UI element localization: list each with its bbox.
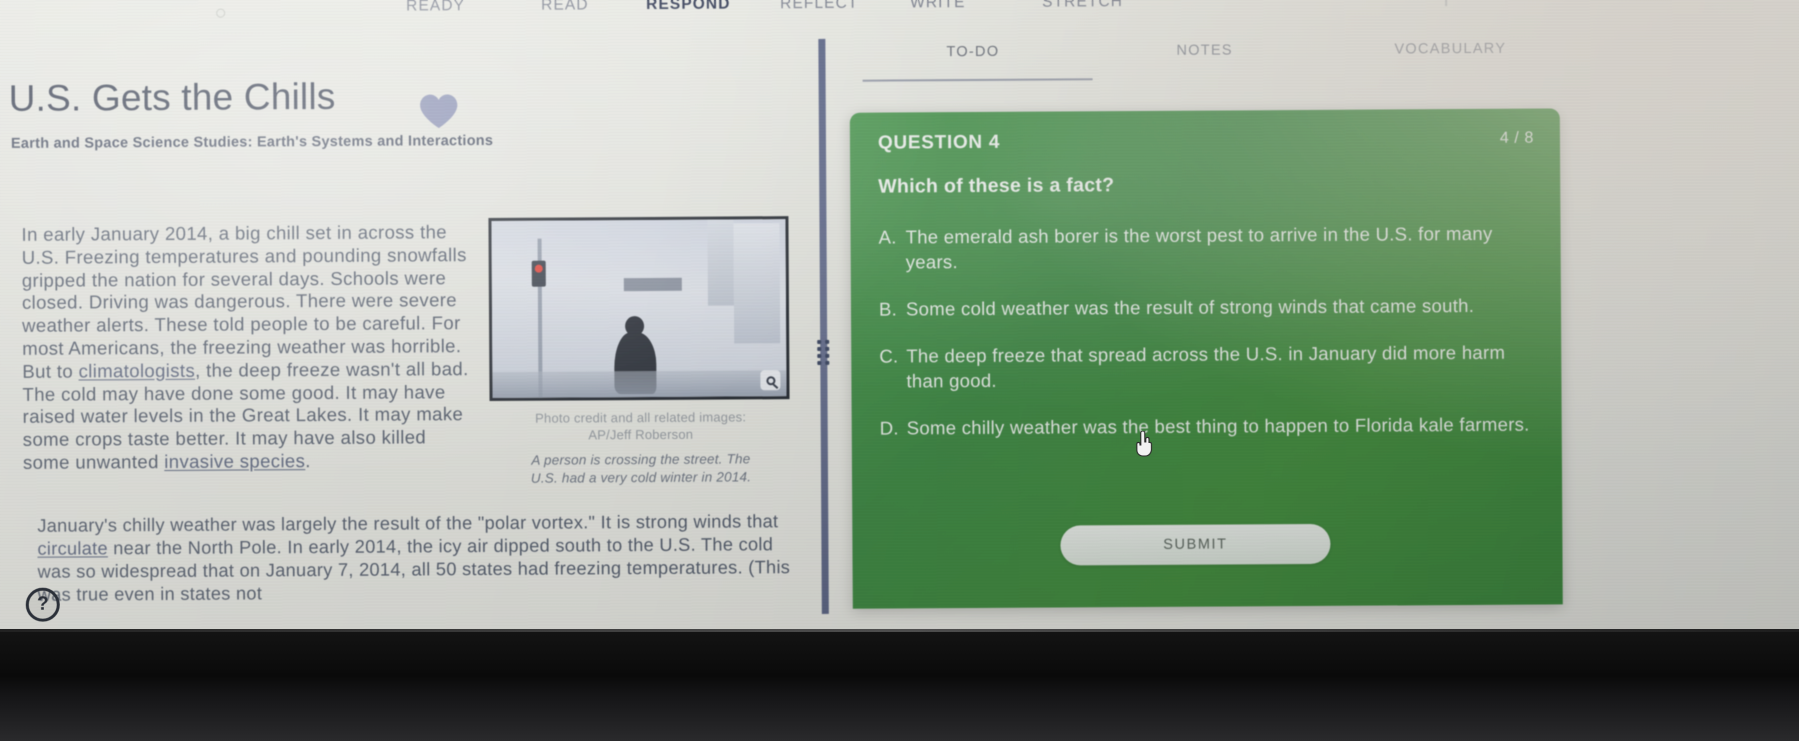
nav-marker-icon (1445, 0, 1448, 7)
answer-choices: A. The emerald ash borer is the worst pe… (878, 221, 1539, 463)
photo-credit: Photo credit and all related images: AP/… (490, 408, 792, 444)
answer-choice-b[interactable]: B. Some cold weather was the result of s… (879, 293, 1539, 322)
answer-choice-a[interactable]: A. The emerald ash borer is the worst pe… (878, 221, 1538, 275)
magnifier-icon[interactable] (760, 370, 781, 391)
tab-notes[interactable]: NOTES (1176, 42, 1233, 58)
glossary-link-3[interactable]: invasive species (164, 450, 305, 472)
nav-tab-read[interactable]: READ (541, 0, 589, 15)
monitor-bezel (0, 629, 1799, 741)
choice-text-c: The deep freeze that spread across the U… (906, 341, 1506, 392)
article-paragraph-1: In early January 2014, a big chill set i… (21, 221, 473, 475)
panel-tabs: TO-DO NOTES VOCABULARY (824, 31, 1792, 83)
nav-tab-stretch[interactable]: STRETCH (1042, 0, 1123, 12)
question-counter: 4 / 8 (1499, 129, 1535, 147)
photo-building-far (707, 219, 734, 306)
nav-tab-respond[interactable]: RESPOND (646, 0, 730, 14)
text-run-4: . (305, 450, 311, 472)
top-navigation: READY READ RESPOND REFLECT WRITE STRETCH (0, 0, 1799, 32)
page-title: U.S. Gets the Chills (8, 75, 336, 119)
answer-choice-c[interactable]: C. The deep freeze that spread across th… (879, 340, 1539, 394)
text-run-2: near the North Pole. In early 2014, the … (37, 534, 791, 605)
glossary-link-1[interactable]: climatologists (78, 360, 195, 382)
article-body: In early January 2014, a big chill set i… (21, 221, 473, 488)
nav-tab-write[interactable]: WRITE (910, 0, 966, 12)
photographed-screen: READY READ RESPOND REFLECT WRITE STRETCH… (0, 0, 1799, 741)
choice-text-a: The emerald ash borer is the worst pest … (905, 222, 1493, 273)
paragraph-2-runs: January's chilly weather was largely the… (37, 511, 790, 605)
nav-tab-reflect[interactable]: REFLECT (780, 0, 858, 13)
choice-letter-b: B. (878, 298, 898, 320)
photo-street-sign (623, 277, 682, 292)
nav-dot-icon (216, 8, 226, 18)
choice-letter-a: A. (878, 226, 897, 248)
question-prompt: Which of these is a fact? (878, 174, 1115, 198)
pane-divider[interactable] (818, 38, 829, 614)
choice-text-b: Some cold weather was the result of stro… (905, 294, 1475, 320)
answer-choice-d[interactable]: D. Some chilly weather was the best thin… (880, 412, 1540, 441)
photo-caption-line-1: A person is crossing the street. The (531, 451, 751, 468)
nav-tab-ready[interactable]: READY (406, 0, 465, 15)
heart-icon[interactable] (419, 93, 459, 129)
pane-resize-handle[interactable] (815, 338, 831, 366)
article-subtitle: Earth and Space Science Studies: Earth's… (10, 132, 494, 152)
active-tab-underline (862, 78, 1093, 82)
photo-caption: A person is crossing the street. The U.S… (490, 450, 792, 488)
choice-text-d: Some chilly weather was the best thing t… (906, 413, 1530, 439)
photo-credit-line-2: AP/Jeff Roberson (588, 426, 694, 443)
photo-credit-line-1: Photo credit and all related images: (535, 409, 747, 426)
tab-vocabulary[interactable]: VOCABULARY (1394, 41, 1506, 58)
screen-surface: READY READ RESPOND REFLECT WRITE STRETCH… (0, 0, 1799, 716)
photo-building-near (733, 223, 781, 344)
glossary-link-1[interactable]: circulate (37, 538, 108, 558)
question-panel: QUESTION 4 4 / 8 Which of these is a fac… (849, 108, 1563, 609)
text-run-0: January's chilly weather was largely the… (37, 511, 779, 536)
article-photo[interactable] (488, 216, 790, 401)
photo-traffic-light (531, 260, 546, 287)
submit-button[interactable]: SUBMIT (1060, 523, 1331, 566)
question-label: QUESTION 4 (877, 131, 1001, 154)
tab-to-do[interactable]: TO-DO (946, 44, 999, 60)
photo-caption-line-2: U.S. had a very cold winter in 2014. (530, 469, 752, 486)
photo-ground (492, 370, 787, 398)
article-paragraph-2: January's chilly weather was largely the… (37, 510, 798, 607)
paragraph-1-runs: In early January 2014, a big chill set i… (21, 221, 468, 473)
help-button[interactable]: ? (25, 587, 60, 622)
choice-letter-c: C. (879, 345, 899, 367)
choice-letter-d: D. (879, 417, 899, 439)
article-pane: U.S. Gets the Chills Earth and Space Sci… (0, 67, 818, 617)
